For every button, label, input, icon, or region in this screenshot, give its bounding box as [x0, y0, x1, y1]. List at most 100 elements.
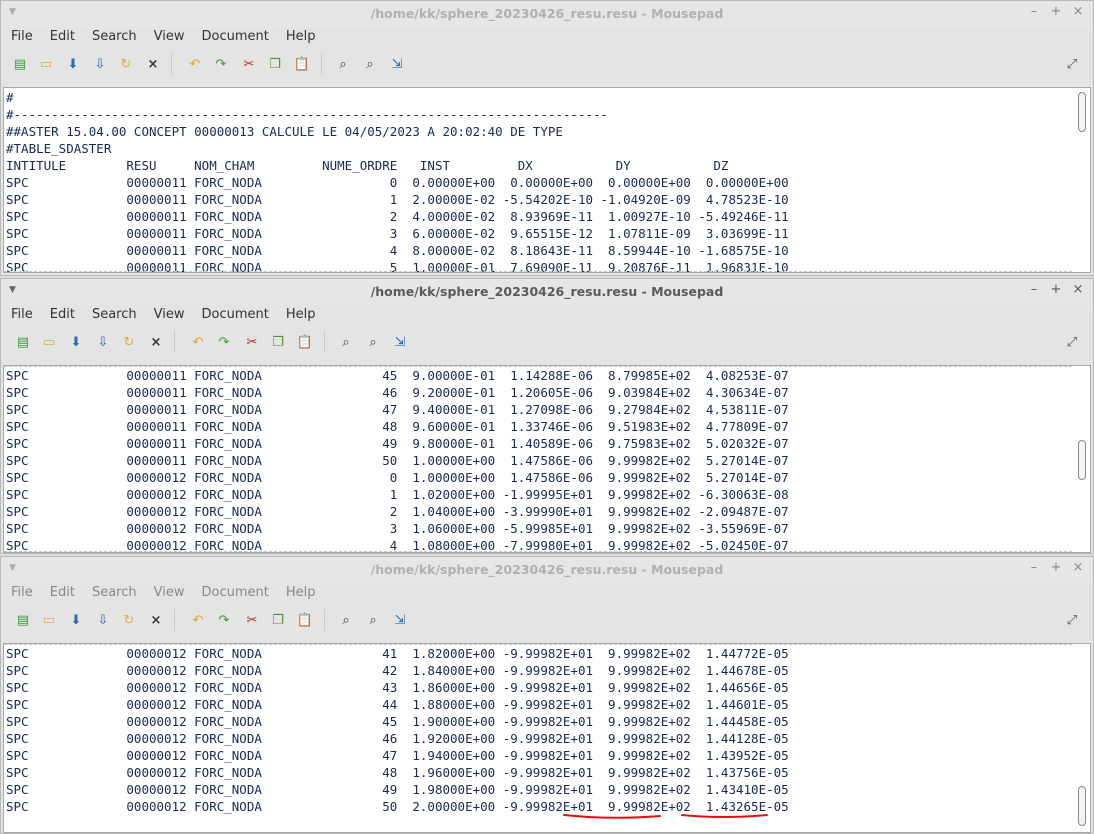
scrollbar-thumb[interactable]	[1078, 440, 1086, 480]
save-icon[interactable]: ⬇	[67, 612, 85, 630]
title-bar[interactable]: ▼ /home/kk/sphere_20230426_resu.resu - M…	[1, 279, 1093, 305]
text-line: SPC 00000011 FORC_NODA 1 2.00000E-02 -5.…	[6, 192, 789, 207]
fullscreen-icon[interactable]: ⤢	[1063, 56, 1081, 74]
close-document-icon[interactable]: ×	[147, 334, 165, 352]
close-button[interactable]: ×	[1069, 560, 1087, 575]
menu-view[interactable]: View	[154, 27, 185, 47]
redo-icon[interactable]: ↷	[215, 334, 233, 352]
copy-icon[interactable]: ❐	[266, 56, 284, 74]
paste-icon[interactable]: 📋	[296, 334, 314, 352]
undo-icon[interactable]: ↶	[189, 334, 207, 352]
text-editor[interactable]: SPC 00000011 FORC_NODA 45 9.00000E-01 1.…	[3, 365, 1091, 553]
open-folder-icon[interactable]: ▭	[40, 334, 58, 352]
reload-icon[interactable]: ↻	[117, 56, 135, 74]
menu-file[interactable]: File	[11, 27, 33, 47]
paste-icon[interactable]: 📋	[293, 56, 311, 74]
new-document-icon[interactable]: ▤	[14, 612, 32, 630]
find-replace-icon[interactable]: ⌕	[361, 56, 379, 74]
save-as-icon[interactable]: ⇩	[94, 334, 112, 352]
vertical-scrollbar[interactable]	[1076, 646, 1088, 830]
menu-edit[interactable]: Edit	[50, 305, 75, 325]
new-document-icon[interactable]: ▤	[11, 56, 29, 74]
editor-lines: # #--------------------------------------…	[6, 89, 1070, 272]
vertical-scrollbar[interactable]	[1076, 368, 1088, 550]
cut-icon[interactable]: ✂	[240, 56, 258, 74]
menu-edit[interactable]: Edit	[50, 27, 75, 47]
minimize-button[interactable]: –	[1025, 560, 1043, 575]
menu-edit[interactable]: Edit	[50, 583, 75, 603]
find-icon[interactable]: ⌕	[337, 612, 355, 630]
save-icon[interactable]: ⬇	[67, 334, 85, 352]
menu-help[interactable]: Help	[286, 305, 316, 325]
mousepad-window-1: ▼ /home/kk/sphere_20230426_resu.resu - M…	[0, 0, 1094, 276]
title-bar[interactable]: ▼ /home/kk/sphere_20230426_resu.resu - M…	[1, 1, 1093, 27]
save-as-icon[interactable]: ⇩	[91, 56, 109, 74]
close-button[interactable]: ×	[1069, 4, 1087, 19]
menu-file[interactable]: File	[11, 583, 33, 603]
text-line: SPC 00000011 FORC_NODA 46 9.20000E-01 1.…	[6, 385, 789, 400]
find-icon[interactable]: ⌕	[334, 56, 352, 74]
go-to-line-icon[interactable]: ⇲	[391, 612, 409, 630]
menu-document[interactable]: Document	[201, 305, 268, 325]
text-cut-edge	[4, 271, 1072, 272]
find-replace-icon[interactable]: ⌕	[364, 334, 382, 352]
scrollbar-thumb[interactable]	[1078, 92, 1086, 132]
save-as-icon[interactable]: ⇩	[94, 612, 112, 630]
mousepad-window-3: ▼ /home/kk/sphere_20230426_resu.resu - M…	[0, 556, 1094, 834]
title-bar[interactable]: ▼ /home/kk/sphere_20230426_resu.resu - M…	[1, 557, 1093, 583]
go-to-line-icon[interactable]: ⇲	[391, 334, 409, 352]
close-document-icon[interactable]: ×	[147, 612, 165, 630]
copy-icon[interactable]: ❐	[269, 612, 287, 630]
copy-icon[interactable]: ❐	[269, 334, 287, 352]
redo-icon[interactable]: ↷	[212, 56, 230, 74]
menu-document[interactable]: Document	[201, 27, 268, 47]
open-folder-icon[interactable]: ▭	[37, 56, 55, 74]
undo-icon[interactable]: ↶	[186, 56, 204, 74]
text-editor[interactable]: # #--------------------------------------…	[3, 87, 1091, 273]
open-folder-icon[interactable]: ▭	[40, 612, 58, 630]
text-editor[interactable]: SPC 00000012 FORC_NODA 41 1.82000E+00 -9…	[3, 643, 1091, 833]
fullscreen-icon[interactable]: ⤢	[1063, 612, 1081, 630]
menu-view[interactable]: View	[154, 583, 185, 603]
save-icon[interactable]: ⬇	[64, 56, 82, 74]
text-line: SPC 00000012 FORC_NODA 47 1.94000E+00 -9…	[6, 748, 789, 763]
menu-document[interactable]: Document	[201, 583, 268, 603]
new-document-icon[interactable]: ▤	[14, 334, 32, 352]
cut-icon[interactable]: ✂	[243, 612, 261, 630]
menu-search[interactable]: Search	[92, 27, 137, 47]
text-cut-edge	[4, 551, 1072, 552]
text-line: SPC 00000012 FORC_NODA 1 1.02000E+00 -1.…	[6, 487, 789, 502]
text-line: ##ASTER 15.04.00 CONCEPT 00000013 CALCUL…	[6, 124, 563, 139]
text-line: SPC 00000012 FORC_NODA 43 1.86000E+00 -9…	[6, 680, 789, 695]
menu-view[interactable]: View	[154, 305, 185, 325]
minimize-button[interactable]: –	[1025, 282, 1043, 297]
menu-search[interactable]: Search	[92, 583, 137, 603]
menu-file[interactable]: File	[11, 305, 33, 325]
undo-icon[interactable]: ↶	[189, 612, 207, 630]
maximize-button[interactable]: +	[1047, 282, 1065, 297]
text-line: INTITULE RESU NOM_CHAM NUME_ORDRE INST D…	[6, 158, 729, 173]
fullscreen-icon[interactable]: ⤢	[1063, 334, 1081, 352]
paste-icon[interactable]: 📋	[296, 612, 314, 630]
minimize-button[interactable]: –	[1025, 4, 1043, 19]
find-icon[interactable]: ⌕	[337, 334, 355, 352]
scrollbar-thumb[interactable]	[1078, 786, 1086, 826]
vertical-scrollbar[interactable]	[1076, 90, 1088, 270]
cut-icon[interactable]: ✂	[243, 334, 261, 352]
redo-icon[interactable]: ↷	[215, 612, 233, 630]
window-title: /home/kk/sphere_20230426_resu.resu - Mou…	[370, 284, 724, 299]
toolbar-separator	[171, 53, 172, 75]
menu-help[interactable]: Help	[286, 27, 316, 47]
menu-search[interactable]: Search	[92, 305, 137, 325]
close-button[interactable]: ×	[1069, 282, 1087, 297]
find-replace-icon[interactable]: ⌕	[364, 612, 382, 630]
menu-bar: File Edit Search View Document Help	[1, 27, 1093, 47]
reload-icon[interactable]: ↻	[120, 334, 138, 352]
maximize-button[interactable]: +	[1047, 4, 1065, 19]
menu-help[interactable]: Help	[286, 583, 316, 603]
go-to-line-icon[interactable]: ⇲	[388, 56, 406, 74]
text-line: SPC 00000012 FORC_NODA 50 2.00000E+00 -9…	[6, 799, 789, 814]
close-document-icon[interactable]: ×	[144, 56, 162, 74]
reload-icon[interactable]: ↻	[120, 612, 138, 630]
maximize-button[interactable]: +	[1047, 560, 1065, 575]
